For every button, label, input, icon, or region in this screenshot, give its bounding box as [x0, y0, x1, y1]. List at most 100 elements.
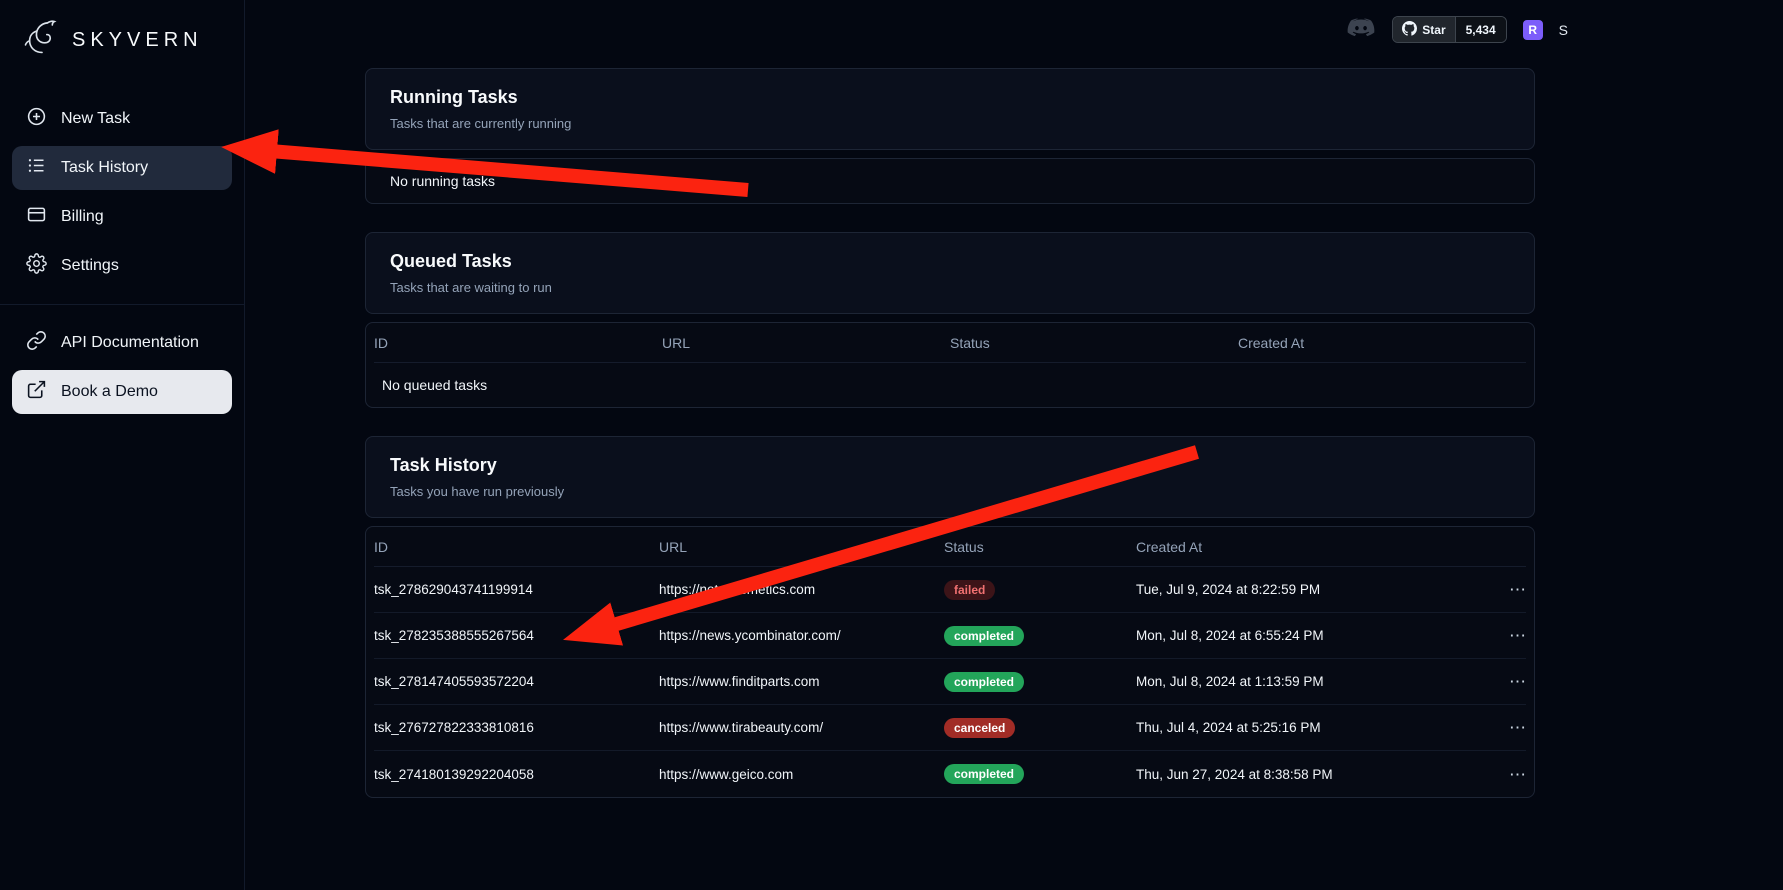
github-star-count[interactable]: 5,434: [1456, 17, 1506, 42]
column-header-created-at: Created At: [1136, 539, 1486, 555]
table-header-row: ID URL Status Created At: [374, 527, 1526, 567]
sidebar-item-label: Billing: [61, 208, 104, 226]
sidebar: SKYVERN New Task Task History Billing Se…: [0, 0, 245, 890]
sidebar-item-settings[interactable]: Settings: [12, 244, 232, 288]
sidebar-nav: New Task Task History Billing Settings: [0, 97, 244, 414]
credit-card-icon: [26, 204, 47, 230]
task-url: https://www.tirabeauty.com/: [659, 720, 944, 735]
link-icon: [26, 330, 47, 356]
table-row[interactable]: tsk_278235388555267564 https://news.ycom…: [374, 613, 1526, 659]
column-header-status: Status: [950, 335, 1238, 351]
sidebar-item-task-history[interactable]: Task History: [12, 146, 232, 190]
task-status-cell: completed: [944, 626, 1136, 646]
queued-tasks-header: Queued Tasks Tasks that are waiting to r…: [365, 232, 1535, 314]
discord-icon[interactable]: [1346, 18, 1376, 42]
sidebar-item-new-task[interactable]: New Task: [12, 97, 232, 141]
task-actions-cell: ⋯: [1486, 719, 1526, 736]
column-header-url: URL: [662, 335, 950, 351]
logo-text: SKYVERN: [72, 29, 203, 52]
task-created-at: Thu, Jul 4, 2024 at 5:25:16 PM: [1136, 720, 1486, 735]
sidebar-item-label: Task History: [61, 159, 148, 177]
github-icon: [1402, 21, 1417, 39]
task-created-at: Thu, Jun 27, 2024 at 8:38:58 PM: [1136, 767, 1486, 782]
sidebar-item-label: New Task: [61, 110, 130, 128]
queued-tasks-section: Queued Tasks Tasks that are waiting to r…: [365, 232, 1535, 408]
table-row[interactable]: tsk_276727822333810816 https://www.tirab…: [374, 705, 1526, 751]
section-title: Queued Tasks: [390, 251, 1510, 272]
main-content: Running Tasks Tasks that are currently r…: [245, 0, 1783, 890]
sidebar-item-billing[interactable]: Billing: [12, 195, 232, 239]
section-subtitle: Tasks that are waiting to run: [390, 280, 1510, 295]
task-created-at: Tue, Jul 9, 2024 at 8:22:59 PM: [1136, 582, 1486, 597]
task-id: tsk_278235388555267564: [374, 628, 659, 643]
running-tasks-section: Running Tasks Tasks that are currently r…: [365, 68, 1535, 204]
task-actions-cell: ⋯: [1486, 766, 1526, 783]
task-id: tsk_276727822333810816: [374, 720, 659, 735]
queued-tasks-table: ID URL Status Created At No queued tasks: [365, 322, 1535, 408]
section-subtitle: Tasks that are currently running: [390, 116, 1510, 131]
row-actions-button[interactable]: ⋯: [1509, 627, 1526, 644]
row-actions-button[interactable]: ⋯: [1509, 673, 1526, 690]
task-url: https://www.finditparts.com: [659, 674, 944, 689]
column-header-status: Status: [944, 539, 1136, 555]
sidebar-item-book-a-demo[interactable]: Book a Demo: [12, 370, 232, 414]
task-id: tsk_278629043741199914: [374, 582, 659, 597]
status-badge: completed: [944, 626, 1024, 646]
github-star-button[interactable]: Star 5,434: [1392, 16, 1506, 43]
task-history-section: Task History Tasks you have run previous…: [365, 436, 1535, 798]
table-header-row: ID URL Status Created At: [374, 323, 1526, 363]
user-label-partial: S: [1559, 22, 1568, 38]
github-star-segment[interactable]: Star: [1393, 17, 1455, 42]
table-row[interactable]: tsk_278147405593572204 https://www.findi…: [374, 659, 1526, 705]
task-status-cell: completed: [944, 764, 1136, 784]
column-header-created-at: Created At: [1238, 335, 1526, 351]
task-url: https://news.ycombinator.com/: [659, 628, 944, 643]
sidebar-item-label: API Documentation: [61, 334, 199, 352]
task-actions-cell: ⋯: [1486, 673, 1526, 690]
table-row[interactable]: tsk_274180139292204058 https://www.geico…: [374, 751, 1526, 797]
github-star-label: Star: [1422, 23, 1445, 37]
running-tasks-empty-text: No running tasks: [366, 159, 1534, 203]
task-actions-cell: ⋯: [1486, 627, 1526, 644]
running-tasks-body: No running tasks: [365, 158, 1535, 204]
task-history-table: ID URL Status Created At tsk_27862904374…: [365, 526, 1535, 798]
task-created-at: Mon, Jul 8, 2024 at 6:55:24 PM: [1136, 628, 1486, 643]
sidebar-item-label: Book a Demo: [61, 383, 158, 401]
task-url: https://www.geico.com: [659, 767, 944, 782]
task-id: tsk_278147405593572204: [374, 674, 659, 689]
section-title: Running Tasks: [390, 87, 1510, 108]
column-header-id: ID: [374, 335, 662, 351]
row-actions-button[interactable]: ⋯: [1509, 581, 1526, 598]
skyvern-logo[interactable]: SKYVERN: [0, 10, 244, 79]
plus-circle-icon: [26, 106, 47, 132]
topbar: Star 5,434 R S: [1346, 16, 1568, 43]
sidebar-divider: [0, 304, 244, 305]
gear-icon: [26, 253, 47, 279]
section-title: Task History: [390, 455, 1510, 476]
column-header-id: ID: [374, 539, 659, 555]
row-actions-button[interactable]: ⋯: [1509, 719, 1526, 736]
task-history-header: Task History Tasks you have run previous…: [365, 436, 1535, 518]
avatar[interactable]: R: [1523, 20, 1543, 40]
task-url: https://notecosmetics.com: [659, 582, 944, 597]
dragon-logo-icon: [20, 16, 64, 65]
task-created-at: Mon, Jul 8, 2024 at 1:13:59 PM: [1136, 674, 1486, 689]
status-badge: completed: [944, 764, 1024, 784]
running-tasks-header: Running Tasks Tasks that are currently r…: [365, 68, 1535, 150]
list-icon: [26, 155, 47, 181]
task-status-cell: completed: [944, 672, 1136, 692]
queued-tasks-empty-text: No queued tasks: [374, 363, 1526, 407]
row-actions-button[interactable]: ⋯: [1509, 766, 1526, 783]
column-header-url: URL: [659, 539, 944, 555]
status-badge: failed: [944, 580, 995, 600]
section-subtitle: Tasks you have run previously: [390, 484, 1510, 499]
task-actions-cell: ⋯: [1486, 581, 1526, 598]
task-status-cell: canceled: [944, 718, 1136, 738]
status-badge: completed: [944, 672, 1024, 692]
task-status-cell: failed: [944, 580, 1136, 600]
sidebar-item-api-documentation[interactable]: API Documentation: [12, 321, 232, 365]
table-row[interactable]: tsk_278629043741199914 https://notecosme…: [374, 567, 1526, 613]
task-id: tsk_274180139292204058: [374, 767, 659, 782]
external-link-icon: [26, 379, 47, 405]
sidebar-item-label: Settings: [61, 257, 119, 275]
